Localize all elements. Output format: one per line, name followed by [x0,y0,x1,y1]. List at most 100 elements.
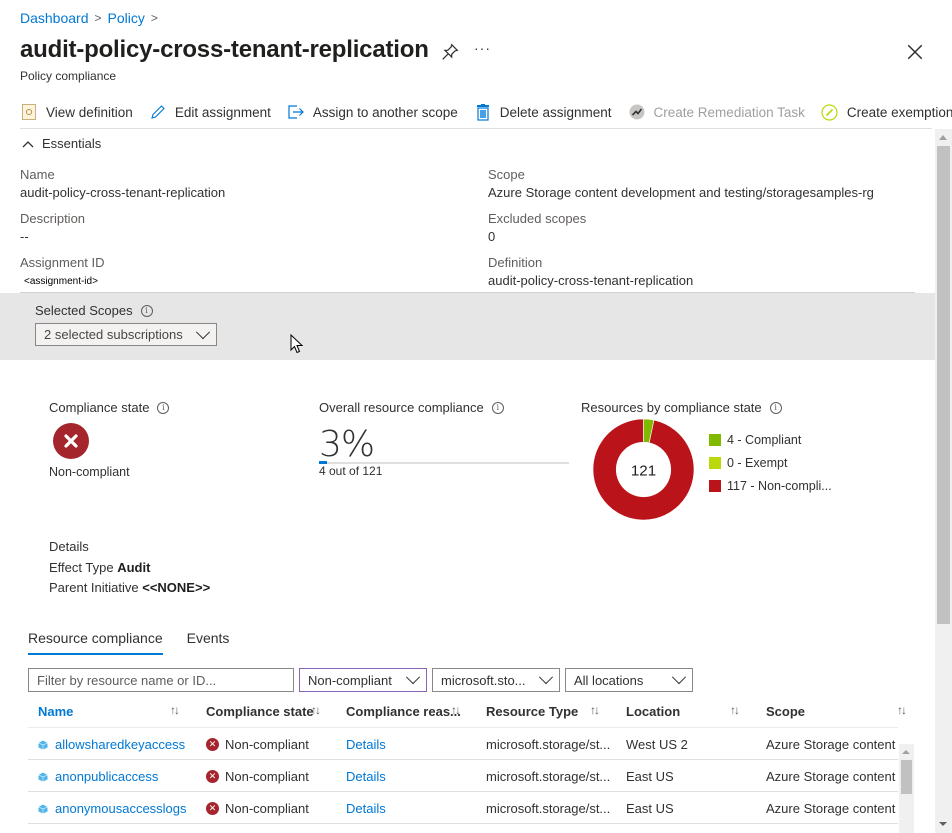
table-scrollbar[interactable] [899,744,914,833]
resources-by-state-title: Resources by compliance state [581,400,762,415]
resource-type-cell: microsoft.storage/st... [486,801,611,816]
compliance-filter-value: Non-compliant [308,672,392,688]
more-options-icon[interactable]: ··· [474,40,491,56]
details-link[interactable]: Details [346,801,386,816]
legend-item[interactable]: 0 - Exempt [709,451,832,474]
name-label: Name [20,167,55,182]
resource-filter-input[interactable] [28,668,294,692]
trash-icon [474,103,492,121]
compliance-state-value: Non-compliant [49,465,130,479]
legend-swatch [709,456,721,469]
delete-assignment-button[interactable]: Delete assignment [474,103,612,121]
details-link[interactable]: Details [346,737,386,752]
non-compliant-icon: ✕ [206,802,219,815]
legend-item[interactable]: 117 - Non-compli... [709,474,832,497]
essentials-label: Essentials [42,136,102,151]
table-row[interactable]: anonpublicaccess ✕ Non-compliant Details … [28,760,898,792]
scroll-up-icon[interactable] [939,135,947,140]
effect-type-row: Effect Type Audit [49,558,210,579]
create-remediation-task-button[interactable]: Create Remediation Task [628,103,805,121]
column-header-location[interactable]: Location [626,704,680,719]
assign-scope-label: Assign to another scope [312,104,458,120]
sort-icon[interactable]: ↑↓ [897,703,907,717]
effect-type-label: Effect Type [49,559,114,575]
essentials-toggle[interactable]: Essentials [22,136,101,151]
info-icon[interactable]: i [491,401,504,414]
column-header-compliance-reason[interactable]: Compliance reas... [346,704,461,719]
table-scrollbar-thumb[interactable] [901,760,912,794]
overall-compliance-title: Overall resource compliance [319,400,484,415]
chevron-down-icon [671,670,687,685]
assign-to-another-scope-button[interactable]: Assign to another scope [287,103,458,121]
donut-legend: 4 - Compliant 0 - Exempt 117 - Non-compli.… [709,428,832,497]
info-icon[interactable]: i [157,401,170,414]
edit-assignment-label: Edit assignment [174,104,271,120]
pin-icon[interactable] [441,43,459,61]
sort-icon[interactable]: ↑↓ [730,703,740,717]
overall-compliance-label: Overall resource compliance i [319,400,504,415]
info-icon[interactable]: i [140,304,153,317]
scope-cell: Azure Storage content [766,737,896,752]
non-compliant-icon: ✕ [206,738,219,751]
scope-cell: Azure Storage content [766,801,896,816]
resource-name-link[interactable]: allowsharedkeyaccess [55,737,185,752]
assignment-id-value: <assignment-id> [24,276,98,287]
edit-assignment-button[interactable]: Edit assignment [149,103,271,121]
sort-icon[interactable]: ↑↓ [590,703,600,717]
sort-icon[interactable]: ↑↓ [170,703,180,717]
definition-label: Definition [488,255,543,270]
resources-by-state-label: Resources by compliance state i [581,400,782,415]
breadcrumb-separator-icon: > [94,11,102,25]
location-filter-dropdown[interactable]: All locations [565,668,693,692]
sort-icon[interactable]: ↑↓ [451,703,461,717]
delete-assignment-label: Delete assignment [499,104,612,120]
column-header-name[interactable]: Name [38,704,73,719]
scroll-up-icon[interactable] [902,750,910,754]
info-icon[interactable]: i [769,401,782,414]
breadcrumb-dashboard[interactable]: Dashboard [20,10,89,26]
compliance-state-title: Compliance state [49,400,150,415]
column-header-resource-type[interactable]: Resource Type [486,704,578,719]
tab-resource-compliance[interactable]: Resource compliance [28,630,163,655]
tab-events[interactable]: Events [187,630,230,655]
selected-scopes-label: Selected Scopes i [35,303,153,318]
resource-name-link[interactable]: anonymousaccesslogs [55,801,187,816]
details-link[interactable]: Details [346,769,386,784]
breadcrumb: Dashboard > Policy > [20,10,158,26]
breadcrumb-policy[interactable]: Policy [108,10,145,26]
close-icon[interactable] [906,43,924,61]
description-label: Description [20,211,86,226]
selected-scopes-dropdown[interactable]: 2 selected subscriptions [35,323,217,346]
view-definition-button[interactable]: View definition [20,103,133,121]
scope-cell: Azure Storage content [766,769,896,784]
resource-type-filter-dropdown[interactable]: microsoft.sto... [432,668,560,692]
chevron-down-icon [405,670,421,685]
sort-icon[interactable]: ↑↓ [311,703,321,717]
table-header: Name ↑↓ Compliance state ↑↓ Compliance r… [28,700,918,728]
legend-item[interactable]: 4 - Compliant [709,428,832,451]
column-header-compliance-state[interactable]: Compliance state [206,704,314,719]
table-row[interactable]: anonymousaccesslogs ✕ Non-compliant Detai… [28,792,898,824]
overall-compliance-percent: 3% [319,424,375,465]
scroll-down-icon[interactable] [939,822,947,826]
scrollbar-thumb[interactable] [937,146,950,624]
resource-name-link[interactable]: anonpublicaccess [55,769,158,784]
legend-label: 4 - Compliant [727,432,802,447]
table-row[interactable]: allowsharedkeyaccess ✕ Non-compliant Deta… [28,728,898,760]
page-subtitle: Policy compliance [20,69,117,83]
non-compliant-icon [53,423,89,459]
non-compliant-icon: ✕ [206,770,219,783]
command-bar: View definition Edit assignment Assign t… [20,100,952,124]
page-scrollbar[interactable] [935,129,952,833]
parent-initiative-label: Parent Initiative [49,580,139,595]
remediation-icon [628,103,646,121]
create-exemption-button[interactable]: Create exemption [821,103,952,121]
location-cell: East US [626,769,674,784]
view-definition-label: View definition [46,104,133,120]
legend-swatch [709,433,721,446]
column-header-scope[interactable]: Scope [766,704,805,719]
compliance-donut-chart: 121 [593,419,694,520]
compliance-filter-dropdown[interactable]: Non-compliant [299,668,427,692]
document-icon [20,103,38,121]
description-value: -- [20,229,29,244]
